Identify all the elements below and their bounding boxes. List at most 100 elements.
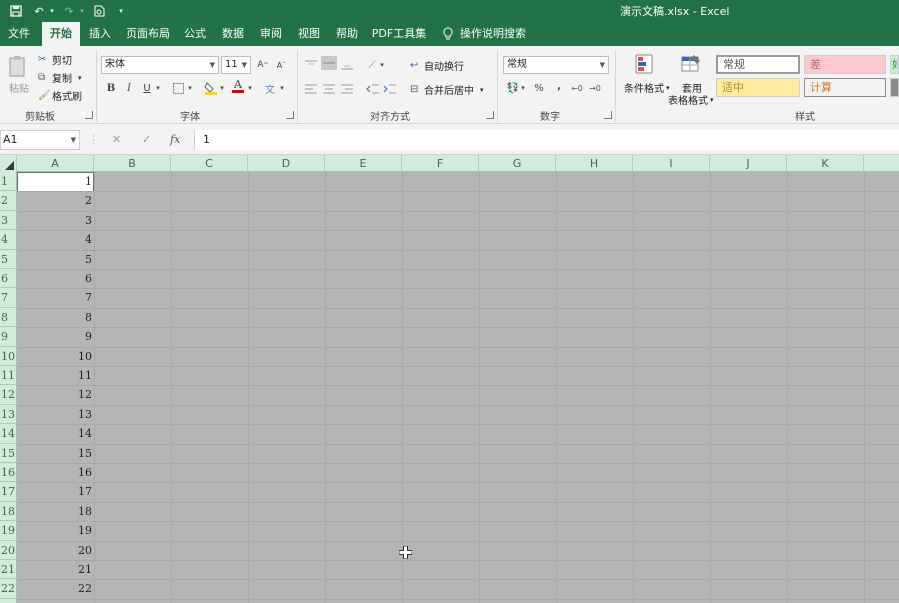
merge-dropdown-icon[interactable]: ▾ xyxy=(480,86,484,94)
style-good[interactable]: 好 xyxy=(890,55,899,74)
wrap-text-button[interactable]: ↩ 自动换行 xyxy=(410,58,464,73)
font-color-button[interactable]: A xyxy=(230,79,246,93)
column-header-d[interactable]: D xyxy=(248,155,325,172)
row-header[interactable]: 15 xyxy=(0,444,17,463)
increase-font-size-button[interactable]: A ^ xyxy=(255,58,271,72)
column-header-k[interactable]: K xyxy=(787,155,864,172)
row-header[interactable]: 22 xyxy=(0,579,17,599)
cell-a21[interactable]: 21 xyxy=(17,560,94,579)
column-header-i[interactable]: I xyxy=(633,155,710,172)
row-header[interactable]: 12 xyxy=(0,385,17,405)
column-header-f[interactable]: F xyxy=(402,155,479,172)
formula-input[interactable]: 1 xyxy=(194,130,899,150)
paste-icon[interactable] xyxy=(8,54,28,78)
tab-pdf-tools[interactable]: PDF工具集 xyxy=(370,22,428,46)
cell-a6[interactable]: 6 xyxy=(17,269,94,288)
column-header-a[interactable]: A xyxy=(17,155,94,172)
column-header-g[interactable]: G xyxy=(479,155,556,172)
conditional-format-icon[interactable] xyxy=(634,52,654,76)
font-name-select[interactable]: 宋体 ▼ xyxy=(101,56,219,74)
accounting-dropdown-icon[interactable]: ▾ xyxy=(519,81,527,95)
undo-dropdown-icon[interactable]: ▾ xyxy=(48,0,56,22)
table-format-icon[interactable] xyxy=(680,52,702,76)
worksheet-grid[interactable]: A B C D E F G H I J K 1 2 3 4 5 6 7 8 9 10 11 12 13 1… xyxy=(0,155,899,603)
row-header[interactable]: 19 xyxy=(0,521,17,541)
align-center-icon[interactable] xyxy=(321,82,337,96)
row-header[interactable]: 21 xyxy=(0,560,17,580)
row-header[interactable]: 18 xyxy=(0,502,17,522)
paste-button[interactable]: 粘贴 xyxy=(7,80,31,95)
row-header[interactable]: 7 xyxy=(0,288,17,308)
merge-center-button[interactable]: ⊟ 合并后居中 ▾ xyxy=(410,82,484,97)
increase-indent-icon[interactable] xyxy=(381,82,397,96)
row-header[interactable]: 14 xyxy=(0,424,17,444)
format-painter-button[interactable]: 🖌 格式刷 xyxy=(38,88,82,103)
conditional-dropdown-icon[interactable]: ▾ xyxy=(666,84,670,92)
cell-a20[interactable]: 20 xyxy=(17,541,94,560)
row-header[interactable]: 3 xyxy=(0,211,17,231)
select-all-button[interactable] xyxy=(0,155,17,172)
copy-dropdown-icon[interactable]: ▾ xyxy=(78,74,82,82)
fill-color-button[interactable] xyxy=(203,81,219,95)
style-check-cell[interactable] xyxy=(890,78,899,97)
lightbulb-icon[interactable] xyxy=(440,22,456,46)
conditional-format-button[interactable]: 条件格式 ▾ xyxy=(624,80,670,96)
align-right-icon[interactable] xyxy=(339,82,355,96)
row-header[interactable]: 9 xyxy=(0,327,17,347)
row-header[interactable]: 16 xyxy=(0,463,17,483)
tab-insert[interactable]: 插入 xyxy=(84,22,116,46)
tab-data[interactable]: 数据 xyxy=(218,22,248,46)
cell-a19[interactable]: 19 xyxy=(17,521,94,540)
comma-style-button[interactable]: , xyxy=(551,79,567,93)
row-header[interactable]: 6 xyxy=(0,269,17,289)
phonetic-guide-button[interactable]: 文 xyxy=(262,81,278,96)
save-icon[interactable] xyxy=(8,0,24,22)
alignment-launcher-icon[interactable] xyxy=(486,111,494,119)
style-bad[interactable]: 差 xyxy=(804,55,886,74)
column-header-c[interactable]: C xyxy=(171,155,248,172)
cancel-icon[interactable]: ✕ xyxy=(112,130,121,150)
row-header[interactable]: 4 xyxy=(0,230,17,250)
cell-a7[interactable]: 7 xyxy=(17,288,94,307)
tab-formulas[interactable]: 公式 xyxy=(180,22,210,46)
bold-button[interactable]: B xyxy=(103,81,119,95)
row-header[interactable]: 1 xyxy=(0,172,17,192)
cell-a10[interactable]: 10 xyxy=(17,347,94,366)
cell-a8[interactable]: 8 xyxy=(17,308,94,327)
enter-icon[interactable]: ✓ xyxy=(142,130,151,150)
copy-button[interactable]: ⧉ 复制 ▾ xyxy=(38,70,82,85)
cell-a14[interactable]: 14 xyxy=(17,424,94,443)
align-left-icon[interactable] xyxy=(303,82,319,96)
column-header-e[interactable]: E xyxy=(325,155,402,172)
redo-icon[interactable]: ↷ xyxy=(62,0,76,22)
style-calculation[interactable]: 计算 xyxy=(804,78,886,97)
cell-a3[interactable]: 3 xyxy=(17,211,94,230)
cell-a2[interactable]: 2 xyxy=(17,191,94,210)
tab-page-layout[interactable]: 页面布局 xyxy=(122,22,174,46)
decrease-font-size-button[interactable]: Aˇ xyxy=(273,58,289,72)
cell-a16[interactable]: 16 xyxy=(17,463,94,482)
font-color-dropdown-icon[interactable]: ▾ xyxy=(246,81,254,95)
borders-dropdown-icon[interactable]: ▾ xyxy=(186,81,194,95)
increase-decimal-icon[interactable]: ←0 xyxy=(569,81,585,95)
row-header[interactable]: 20 xyxy=(0,541,17,560)
number-format-select[interactable]: 常规 ▼ xyxy=(503,56,609,74)
style-neutral[interactable]: 适中 xyxy=(716,78,800,97)
column-header-h[interactable]: H xyxy=(556,155,633,172)
decrease-indent-icon[interactable] xyxy=(364,82,380,96)
tell-me-search[interactable]: 操作说明搜索 xyxy=(460,22,526,46)
underline-dropdown-icon[interactable]: ▾ xyxy=(154,81,162,95)
column-header-b[interactable]: B xyxy=(94,155,171,172)
underline-button[interactable]: U xyxy=(139,81,155,95)
tab-file[interactable]: 文件 xyxy=(2,22,36,46)
cell-a5[interactable]: 5 xyxy=(17,250,94,269)
align-top-icon[interactable] xyxy=(303,58,319,72)
cell-a1[interactable]: 1 xyxy=(17,172,94,191)
cell-a17[interactable]: 17 xyxy=(17,482,94,501)
cell-a13[interactable]: 13 xyxy=(17,405,94,424)
cell-a11[interactable]: 11 xyxy=(17,366,94,385)
cell-a22[interactable]: 22 xyxy=(17,579,94,598)
cell-a18[interactable]: 18 xyxy=(17,502,94,521)
row-header[interactable]: 17 xyxy=(0,482,17,502)
row-header[interactable]: 2 xyxy=(0,191,17,211)
